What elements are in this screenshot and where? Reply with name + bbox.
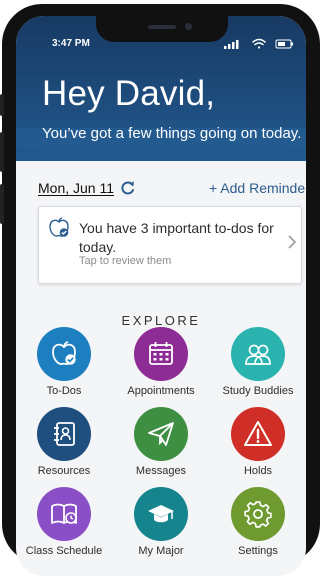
warning-icon (231, 407, 285, 461)
volume-up-button (0, 132, 4, 172)
tile-class-schedule[interactable]: Class Schedule (16, 487, 112, 567)
tile-label: Holds (243, 465, 273, 477)
camera (185, 23, 192, 30)
greeting-title: Hey David, (42, 74, 216, 113)
address-book-icon (37, 407, 91, 461)
volume-down-button (0, 184, 4, 224)
refresh-icon[interactable] (120, 180, 136, 196)
tile-label: Messages (135, 465, 187, 477)
wifi-icon (252, 38, 266, 49)
todo-summary-card[interactable]: You have 3 important to-dos for today. T… (38, 206, 302, 284)
graduation-cap-icon (134, 487, 188, 541)
tile-label: Class Schedule (25, 545, 103, 557)
app-screen: 3:47 PM Hey David, You’ve got a few thin… (16, 16, 306, 576)
status-time: 3:47 PM (52, 38, 90, 49)
tile-label: Settings (238, 545, 278, 557)
people-icon (231, 327, 285, 381)
tile-label: My Major (138, 545, 184, 557)
todo-card-title: You have 3 important to-dos for today. (79, 220, 274, 255)
tile-study-buddies[interactable]: Study Buddies (210, 327, 306, 407)
tile-settings[interactable]: Settings (210, 487, 306, 567)
status-icons (224, 38, 293, 49)
date-label[interactable]: Mon, Jun 11 (38, 180, 114, 196)
tile-appointments[interactable]: Appointments (113, 327, 209, 407)
greeting-subtitle: You’ve got a few things going on today. (42, 125, 302, 142)
apple-check-icon (37, 327, 91, 381)
chevron-right-icon (288, 235, 297, 249)
mute-switch (0, 94, 4, 116)
explore-heading: EXPLORE (121, 313, 201, 328)
gear-icon (231, 487, 285, 541)
paper-plane-icon (134, 407, 188, 461)
tile-my-major[interactable]: My Major (113, 487, 209, 567)
phone-frame: 3:47 PM Hey David, You’ve got a few thin… (0, 4, 320, 576)
battery-icon (275, 39, 293, 49)
tile-messages[interactable]: Messages (113, 407, 209, 487)
calendar-icon (134, 327, 188, 381)
signal-icon (224, 40, 239, 49)
device-notch (96, 16, 228, 42)
add-reminder-button[interactable]: + Add Reminder (209, 180, 306, 196)
tile-holds[interactable]: Holds (210, 407, 306, 487)
tile-label: To-Dos (46, 385, 82, 397)
todo-card-subtitle: Tap to review them (79, 255, 172, 267)
speaker (148, 25, 176, 29)
todo-apple-icon (49, 217, 69, 237)
tile-to-dos[interactable]: To-Dos (16, 327, 112, 407)
tile-resources[interactable]: Resources (16, 407, 112, 487)
tile-label: Resources (37, 465, 91, 477)
book-icon (37, 487, 91, 541)
tile-label: Appointments (127, 385, 195, 397)
tile-label: Study Buddies (222, 385, 294, 397)
